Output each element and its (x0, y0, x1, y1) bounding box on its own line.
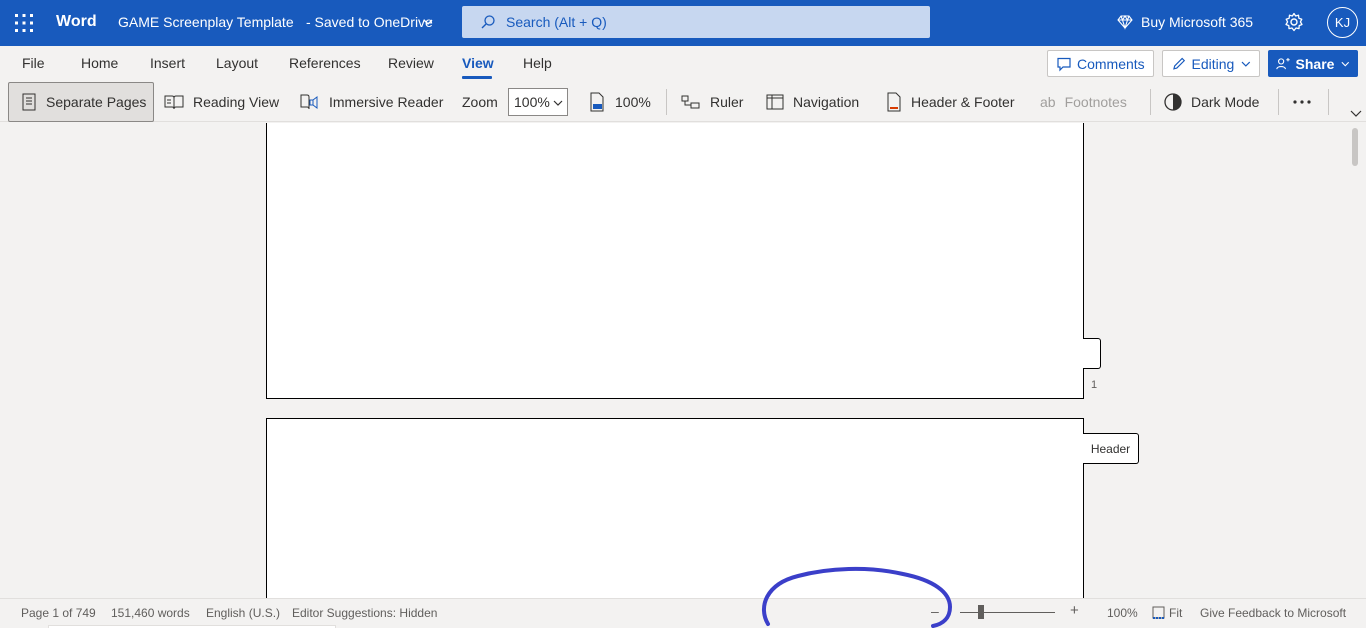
page-number: 1 (1091, 379, 1098, 391)
separate-pages-label[interactable]: Separate Pages (46, 94, 146, 110)
buy-label[interactable]: Buy Microsoft 365 (1141, 14, 1253, 30)
editor-suggestions[interactable]: Editor Suggestions: Hidden (292, 606, 437, 620)
zoom-out-button[interactable]: – (931, 603, 939, 619)
document-save-status[interactable]: - Saved to OneDrive (306, 14, 433, 30)
search-icon (481, 15, 495, 29)
tab-help[interactable]: Help (523, 55, 552, 71)
more-icon (1293, 100, 1311, 104)
ruler-label[interactable]: Ruler (710, 94, 743, 110)
comments-button[interactable]: Comments (1047, 50, 1154, 77)
document-title[interactable]: GAME Screenplay Template (118, 14, 294, 30)
tab-insert[interactable]: Insert (150, 55, 185, 71)
immersive-reader-label[interactable]: Immersive Reader (329, 94, 443, 110)
comment-icon (1057, 57, 1071, 71)
zoom-label: Zoom (462, 94, 498, 110)
document-page[interactable] (266, 123, 1084, 399)
zoom-slider-track[interactable] (960, 612, 1055, 613)
tab-view[interactable]: View (462, 55, 494, 71)
document-page[interactable] (266, 418, 1084, 598)
dark-mode-label[interactable]: Dark Mode (1191, 94, 1259, 110)
zoom-100-icon (590, 92, 604, 112)
ribbon-divider (1278, 89, 1279, 115)
chevron-down-icon (1241, 61, 1251, 67)
ruler-button[interactable]: Ruler (681, 82, 743, 122)
separate-pages-button[interactable]: Separate Pages (8, 82, 154, 122)
navigation-label[interactable]: Navigation (793, 94, 859, 110)
immersive-reader-button[interactable]: Immersive Reader (300, 82, 443, 122)
ribbon-divider (1150, 89, 1151, 115)
footer-tab[interactable] (1083, 338, 1101, 369)
header-footer-label[interactable]: Header & Footer (911, 94, 1015, 110)
share-button[interactable]: Share (1268, 50, 1358, 77)
reading-view-label[interactable]: Reading View (193, 94, 279, 110)
title-bar: Word GAME Screenplay Template - Saved to… (0, 0, 1366, 46)
tab-file[interactable]: File (22, 55, 45, 71)
comments-label[interactable]: Comments (1077, 56, 1145, 72)
active-tab-indicator (462, 76, 492, 79)
page-count[interactable]: Page 1 of 749 (21, 606, 96, 620)
tab-references[interactable]: References (289, 55, 361, 71)
zoom-slider-thumb[interactable] (978, 605, 984, 619)
footnotes-button[interactable]: ab Footnotes (1040, 82, 1127, 122)
share-label[interactable]: Share (1296, 56, 1335, 72)
buy-microsoft-365-button[interactable]: Buy Microsoft 365 (1117, 12, 1253, 32)
ribbon-divider (1328, 89, 1329, 115)
pencil-icon (1173, 57, 1186, 70)
footnote-icon: ab (1040, 94, 1056, 110)
chevron-down-icon[interactable] (422, 15, 434, 29)
zoom-in-button[interactable]: + (1070, 602, 1079, 619)
dark-mode-button[interactable]: Dark Mode (1164, 82, 1259, 122)
chevron-down-icon (553, 100, 563, 106)
feedback-link[interactable]: Give Feedback to Microsoft (1200, 606, 1346, 620)
ribbon-divider (666, 89, 667, 115)
tab-home[interactable]: Home (81, 55, 118, 71)
search-box[interactable]: Search (Alt + Q) (462, 6, 930, 38)
chevron-down-icon (1341, 61, 1350, 66)
status-bar: Page 1 of 749 151,460 words English (U.S… (0, 598, 1366, 628)
fit-button[interactable]: Fit (1169, 606, 1182, 620)
language[interactable]: English (U.S.) (206, 606, 280, 620)
zoom-dropdown-value[interactable]: 100% (514, 94, 550, 110)
fit-icon (1152, 606, 1165, 619)
zoom-dropdown[interactable]: 100% (508, 88, 568, 116)
header-tab[interactable]: Header (1083, 433, 1139, 464)
zoom-100-label[interactable]: 100% (615, 94, 651, 110)
diamond-icon (1117, 14, 1133, 30)
app-name[interactable]: Word (56, 13, 97, 31)
zoom-100-button[interactable]: 100% (588, 82, 651, 122)
header-footer-button[interactable]: Header & Footer (886, 82, 1015, 122)
zoom-percent[interactable]: 100% (1107, 606, 1138, 620)
search-placeholder[interactable]: Search (Alt + Q) (506, 14, 607, 30)
navigation-button[interactable]: Navigation (766, 82, 859, 122)
navigation-pane-icon (766, 94, 784, 110)
editing-mode-button[interactable]: Editing (1162, 50, 1260, 77)
editing-label[interactable]: Editing (1192, 56, 1235, 72)
reading-view-button[interactable]: Reading View (164, 82, 279, 122)
vertical-scrollbar[interactable] (1352, 128, 1358, 166)
document-canvas[interactable]: 1 Header (0, 123, 1366, 598)
app-launcher-icon[interactable] (14, 13, 34, 33)
dark-mode-icon (1164, 93, 1182, 111)
book-icon (164, 95, 184, 110)
tab-review[interactable]: Review (388, 55, 434, 71)
immersive-reader-icon (300, 94, 318, 110)
tab-layout[interactable]: Layout (216, 55, 258, 71)
page-icon (22, 93, 36, 111)
view-ribbon: Separate Pages Reading View Immersive Re… (0, 82, 1366, 122)
share-person-icon (1276, 57, 1290, 69)
footnotes-label[interactable]: Footnotes (1065, 94, 1127, 110)
avatar[interactable]: KJ (1327, 7, 1358, 38)
header-footer-icon (887, 92, 901, 112)
expand-ribbon-icon[interactable] (1350, 109, 1362, 119)
ruler-icon (681, 95, 700, 109)
word-count[interactable]: 151,460 words (111, 606, 190, 620)
more-options-button[interactable] (1293, 82, 1311, 122)
gear-icon[interactable] (1284, 12, 1304, 32)
